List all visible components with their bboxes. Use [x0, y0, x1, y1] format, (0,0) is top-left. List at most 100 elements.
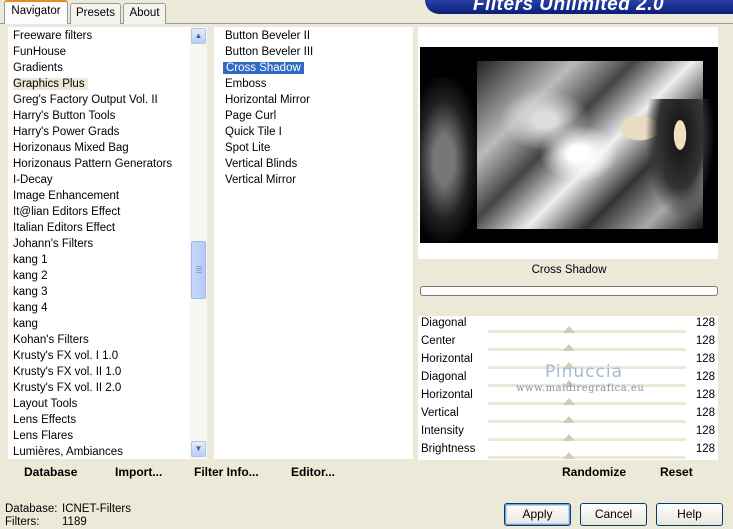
preview-figure: [645, 99, 715, 219]
category-item[interactable]: Lens Flares: [8, 428, 73, 444]
category-item-label: Krusty's FX vol. II 1.0: [13, 366, 122, 378]
parameter-slider[interactable]: Brightness 128: [418, 442, 718, 460]
import-button[interactable]: Import...: [115, 465, 162, 479]
category-item[interactable]: I-Decay: [8, 172, 53, 188]
filter-item-label: Page Curl: [225, 110, 277, 122]
slider-thumb[interactable]: [563, 452, 575, 459]
category-item[interactable]: Krusty's FX vol. II 2.0: [8, 380, 121, 396]
filter-item-label: Vertical Mirror: [225, 174, 296, 186]
filter-item-label: Button Beveler III: [225, 46, 314, 58]
randomize-button[interactable]: Randomize: [562, 465, 626, 479]
category-item[interactable]: Harry's Button Tools: [8, 108, 115, 124]
banner-title: Filters Unlimited 2.0: [473, 0, 665, 14]
status-database-label: Database:: [5, 503, 58, 515]
slider-track[interactable]: [488, 456, 686, 459]
slider-thumb[interactable]: [563, 434, 575, 441]
slider-thumb[interactable]: [563, 416, 575, 423]
parameter-label: Vertical: [421, 407, 459, 419]
category-item[interactable]: FunHouse: [8, 44, 66, 60]
category-item[interactable]: kang 4: [8, 300, 48, 316]
category-item-label: kang 1: [13, 254, 48, 266]
slider-thumb[interactable]: [563, 398, 575, 405]
scroll-down-button[interactable]: ▼: [191, 441, 206, 457]
filter-info-button[interactable]: Filter Info...: [194, 465, 259, 479]
filter-item[interactable]: Vertical Blinds: [214, 156, 297, 172]
filter-item-label: Emboss: [225, 78, 267, 90]
category-item-label: Harry's Button Tools: [13, 110, 116, 122]
category-item-label: kang 4: [13, 302, 48, 314]
parameter-slider[interactable]: Intensity 128: [418, 424, 718, 442]
category-item[interactable]: Italian Editors Effect: [8, 220, 115, 236]
parameter-slider[interactable]: Diagonal 128: [418, 316, 718, 334]
category-item[interactable]: Gradients: [8, 60, 63, 76]
category-item[interactable]: kang 1: [8, 252, 48, 268]
tab-about[interactable]: About: [123, 3, 166, 24]
filter-item[interactable]: Quick Tile I: [214, 124, 282, 140]
cancel-button[interactable]: Cancel: [580, 503, 647, 526]
parameter-slider[interactable]: Vertical 128: [418, 406, 718, 424]
parameter-value: 128: [695, 407, 715, 419]
category-item-label: Lens Flares: [13, 430, 74, 442]
category-item-label: Harry's Power Grads: [13, 126, 120, 138]
filter-item[interactable]: Emboss: [214, 76, 267, 92]
slider-track[interactable]: [488, 420, 686, 423]
slider-track[interactable]: [488, 330, 686, 333]
scroll-up-button[interactable]: ▲: [191, 28, 206, 44]
category-item[interactable]: kang 3: [8, 284, 48, 300]
filter-item[interactable]: Button Beveler II: [214, 28, 310, 44]
slider-track[interactable]: [488, 402, 686, 405]
category-item[interactable]: Graphics Plus: [8, 76, 88, 92]
category-scrollbar[interactable]: ▲ ▼: [190, 27, 207, 459]
parameter-label: Diagonal: [421, 371, 467, 383]
category-item-label: Kohan's Filters: [13, 334, 89, 346]
parameter-value: 128: [695, 443, 715, 455]
category-item-label: Freeware filters: [13, 30, 93, 42]
filter-name-label: Cross Shadow: [531, 264, 607, 276]
parameter-value: 128: [695, 371, 715, 383]
watermark-url: www.maidiregrafica.eu: [516, 383, 645, 394]
slider-thumb[interactable]: [563, 326, 575, 333]
category-item[interactable]: kang 2: [8, 268, 48, 284]
category-item-label: FunHouse: [13, 46, 67, 58]
category-item[interactable]: Horizonaus Mixed Bag: [8, 140, 129, 156]
category-item[interactable]: It@lian Editors Effect: [8, 204, 120, 220]
reset-button[interactable]: Reset: [660, 465, 693, 479]
category-item[interactable]: Johann's Filters: [8, 236, 93, 252]
category-item[interactable]: Greg's Factory Output Vol. II: [8, 92, 158, 108]
category-item[interactable]: Kohan's Filters: [8, 332, 89, 348]
category-item[interactable]: kang: [8, 316, 38, 332]
category-item[interactable]: Krusty's FX vol. I 1.0: [8, 348, 118, 364]
category-item[interactable]: Krusty's FX vol. II 1.0: [8, 364, 121, 380]
help-button[interactable]: Help: [656, 503, 723, 526]
category-item[interactable]: Lens Effects: [8, 412, 76, 428]
category-item[interactable]: Image Enhancement: [8, 188, 119, 204]
filter-item[interactable]: Horizontal Mirror: [214, 92, 310, 108]
category-item[interactable]: Freeware filters: [8, 28, 92, 44]
filter-item-label: Quick Tile I: [225, 126, 282, 138]
slider-track[interactable]: [488, 348, 686, 351]
status-filters-value: 1189: [62, 516, 87, 528]
category-list[interactable]: Freeware filters FunHouse Gradients Graphic…: [8, 27, 207, 459]
filter-item[interactable]: Vertical Mirror: [214, 172, 296, 188]
category-item-label: Lens Effects: [13, 414, 77, 426]
slider-track[interactable]: [488, 438, 686, 441]
category-item-label: Greg's Factory Output Vol. II: [13, 94, 158, 106]
tab-navigator[interactable]: Navigator: [4, 0, 68, 24]
tab-presets[interactable]: Presets: [70, 3, 121, 24]
filter-item[interactable]: Cross Shadow: [214, 60, 304, 76]
category-item[interactable]: Horizonaus Pattern Generators: [8, 156, 172, 172]
filter-list[interactable]: Button Beveler II Button Beveler III Cross…: [214, 27, 413, 459]
category-item[interactable]: Layout Tools: [8, 396, 77, 412]
category-item[interactable]: Lumières, Ambiances: [8, 444, 123, 460]
scroll-thumb[interactable]: [191, 241, 206, 299]
filter-item[interactable]: Page Curl: [214, 108, 276, 124]
category-item[interactable]: Harry's Power Grads: [8, 124, 119, 140]
filter-item[interactable]: Spot Lite: [214, 140, 270, 156]
slider-thumb[interactable]: [563, 344, 575, 351]
database-button[interactable]: Database: [24, 465, 77, 479]
parameter-slider[interactable]: Center 128: [418, 334, 718, 352]
apply-button[interactable]: Apply: [504, 503, 571, 526]
parameter-label: Center: [421, 335, 456, 347]
filter-item[interactable]: Button Beveler III: [214, 44, 313, 60]
editor-button[interactable]: Editor...: [291, 465, 335, 479]
